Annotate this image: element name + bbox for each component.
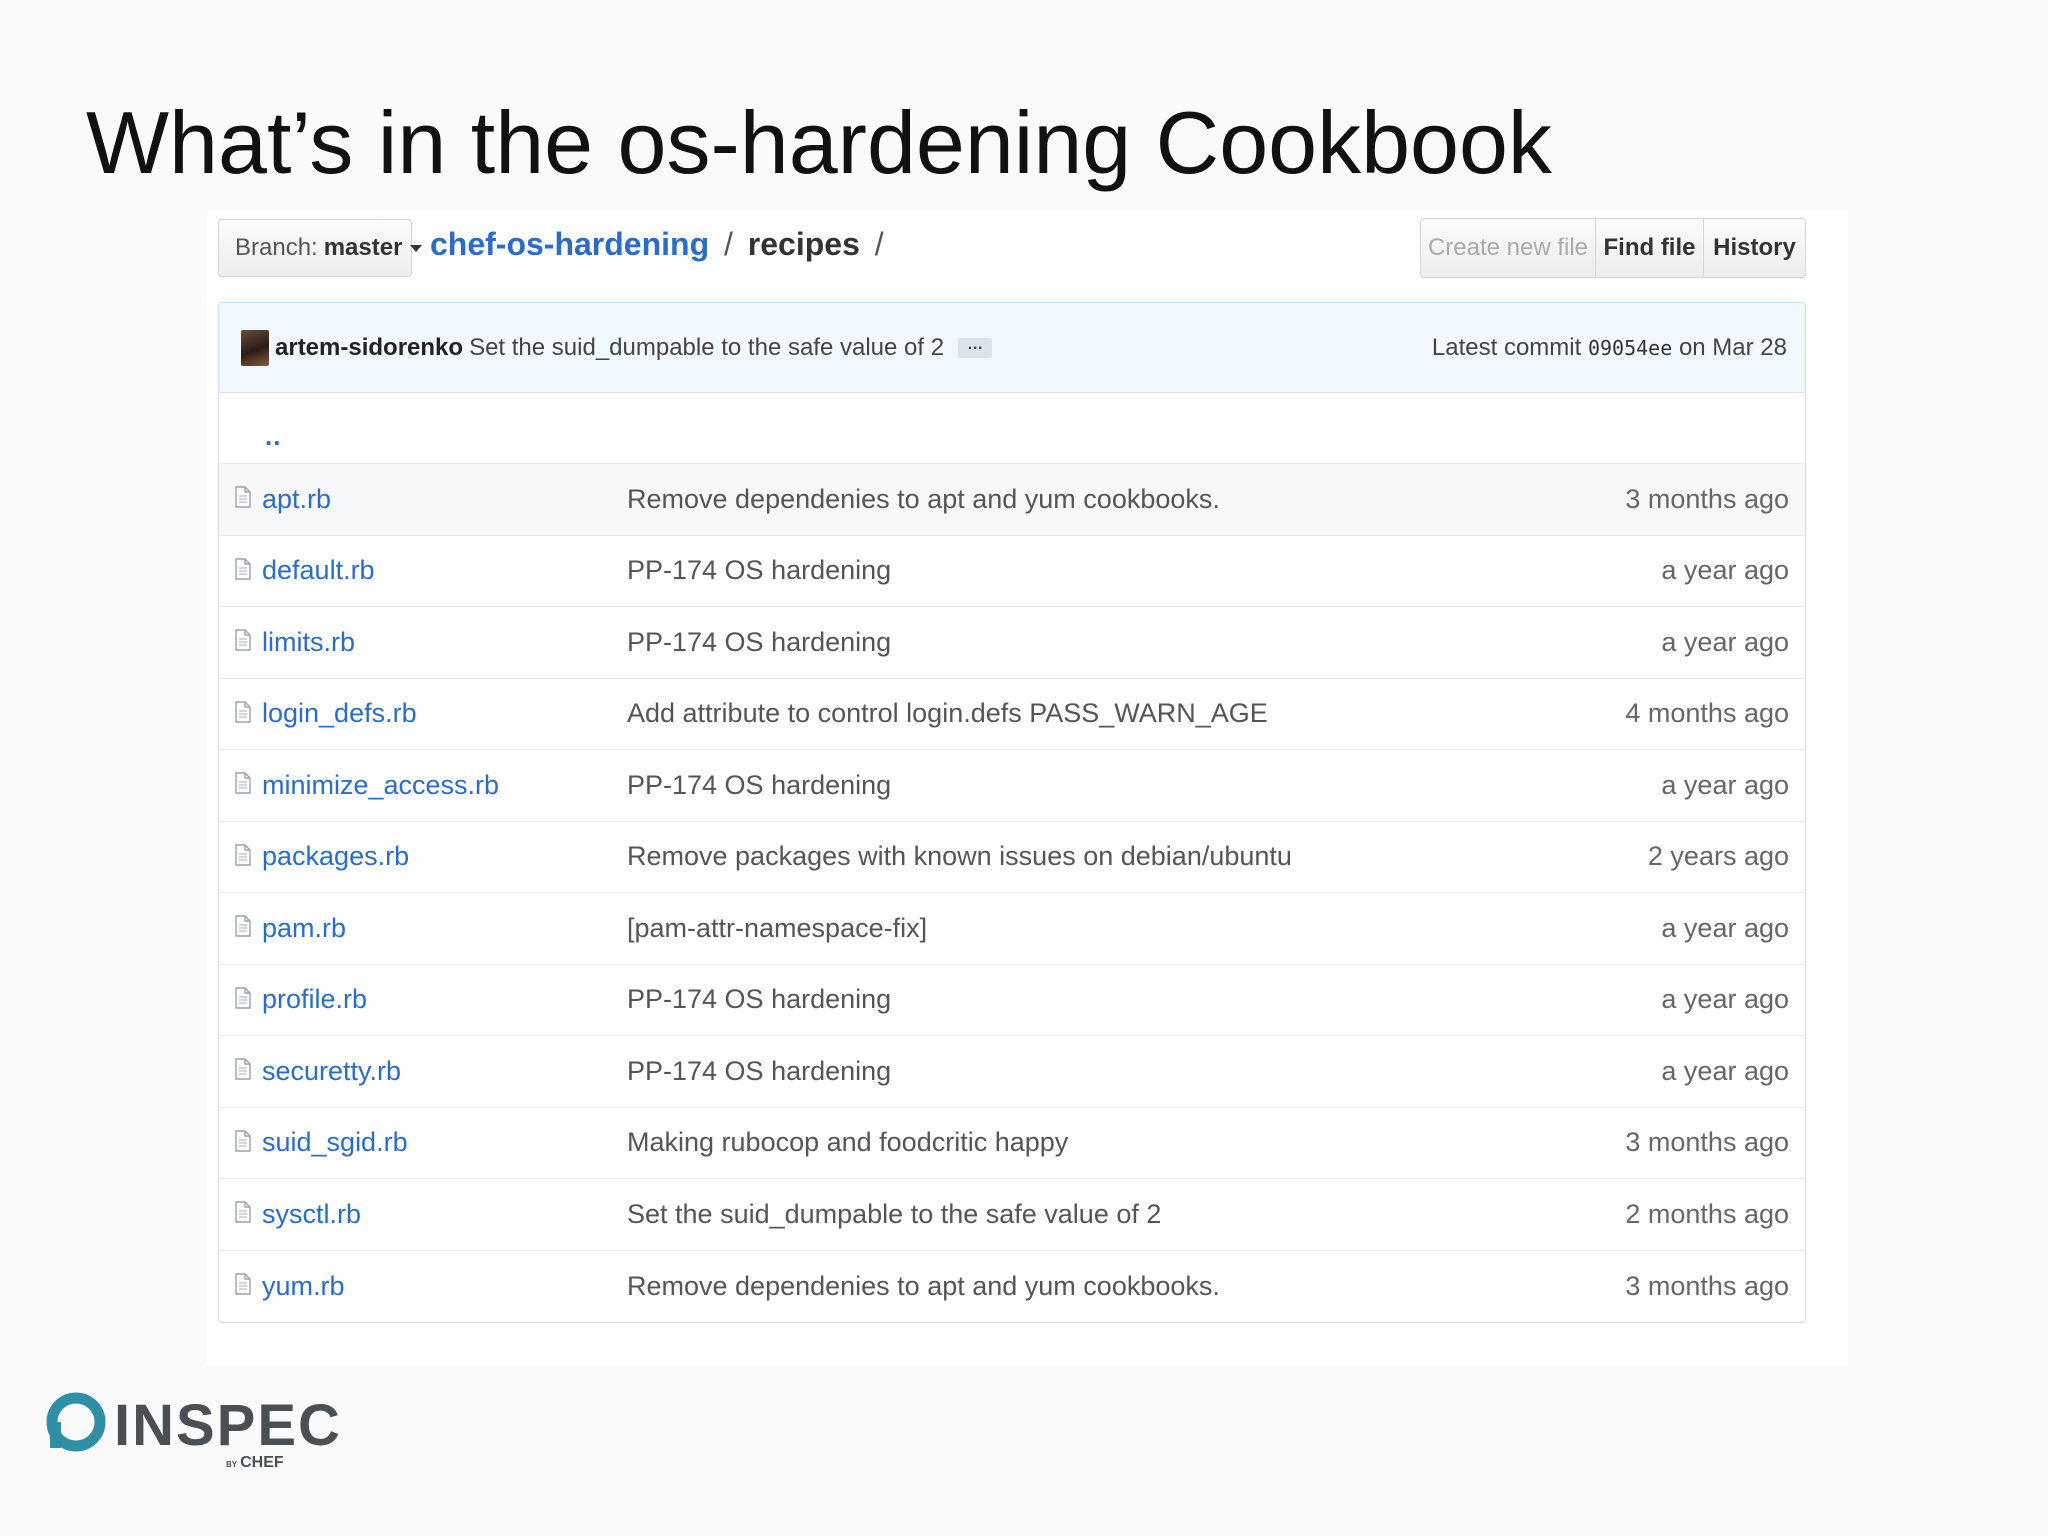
commit-author-link[interactable]: artem-sidorenko: [275, 334, 463, 362]
file-name-link[interactable]: profile.rb: [262, 984, 367, 1015]
file-commit-message-link[interactable]: Making rubocop and foodcritic happy: [627, 1127, 1068, 1158]
file-commit-message-link[interactable]: PP-174 OS hardening: [627, 984, 891, 1015]
file-age: a year ago: [1661, 626, 1789, 657]
file-row[interactable]: suid_sgid.rb Making rubocop and foodcriti…: [219, 1108, 1805, 1179]
commit-message-link[interactable]: Set the suid_dumpable to the safe value …: [469, 334, 944, 362]
parent-directory-link[interactable]: ..: [265, 421, 281, 452]
file-age: a year ago: [1661, 984, 1789, 1015]
file-row[interactable]: minimize_access.rb PP-174 OS hardening a y…: [219, 750, 1805, 822]
file-icon: [235, 843, 251, 866]
file-icon: [235, 629, 251, 651]
inspec-logo: INSPEC BY CHEF: [46, 1384, 340, 1474]
logo-subtext: BY CHEF: [226, 1454, 284, 1472]
file-name-link[interactable]: minimize_access.rb: [262, 770, 499, 801]
file-commit-message-link[interactable]: PP-174 OS hardening: [627, 1056, 891, 1087]
history-button[interactable]: History: [1704, 218, 1806, 278]
file-row[interactable]: profile.rb PP-174 OS hardening a year ago: [219, 965, 1805, 1036]
breadcrumb: chef-os-hardening / recipes /: [430, 226, 890, 263]
latest-commit-label: Latest commit: [1431, 333, 1582, 361]
caret-down-icon: [410, 244, 423, 252]
file-icon: [235, 486, 251, 508]
file-commit-message-link[interactable]: [pam-attr-namespace-fix]: [627, 913, 927, 944]
file-list: .. apt.rb Remove dependenies to apt and y…: [218, 392, 1806, 1323]
file-name-link[interactable]: suid_sgid.rb: [262, 1127, 408, 1158]
avatar[interactable]: [241, 329, 269, 366]
file-commit-message-link[interactable]: Remove dependenies to apt and yum cookbo…: [627, 1271, 1220, 1302]
inspec-logo-mark-icon: [46, 1392, 106, 1452]
expand-commit-button[interactable]: …: [958, 336, 993, 358]
file-age: a year ago: [1661, 555, 1789, 586]
logo-chef: CHEF: [240, 1454, 284, 1471]
file-row[interactable]: limits.rb PP-174 OS hardening a year ago: [219, 607, 1805, 679]
file-icon: [235, 1129, 251, 1152]
breadcrumb-separator: /: [724, 226, 733, 262]
file-age: 4 months ago: [1625, 698, 1789, 729]
file-row[interactable]: pam.rb [pam-attr-namespace-fix] a year ago: [219, 893, 1805, 965]
file-name-link[interactable]: sysctl.rb: [262, 1199, 361, 1230]
file-age: a year ago: [1661, 769, 1789, 800]
file-icon: [235, 986, 251, 1009]
commit-sha-link[interactable]: 09054ee: [1588, 336, 1672, 360]
file-icon: [235, 915, 251, 937]
commit-date: on Mar 28: [1678, 333, 1787, 361]
create-new-file-button[interactable]: Create new file: [1420, 218, 1596, 278]
file-row[interactable]: apt.rb Remove dependenies to apt and yum …: [219, 464, 1805, 536]
slide-title: What’s in the os-hardening Cookbook: [86, 93, 1552, 192]
find-file-button[interactable]: Find file: [1596, 218, 1704, 278]
file-age: 3 months ago: [1625, 483, 1789, 514]
file-icon: [235, 700, 251, 723]
file-commit-message-link[interactable]: PP-174 OS hardening: [627, 770, 891, 801]
file-commit-message-link[interactable]: Remove dependenies to apt and yum cookbo…: [627, 484, 1220, 515]
file-name-link[interactable]: securetty.rb: [262, 1056, 401, 1087]
file-name-link[interactable]: yum.rb: [262, 1271, 345, 1302]
file-commit-message-link[interactable]: Remove packages with known issues on deb…: [627, 841, 1292, 872]
latest-commit-info: Latest commit 09054ee on Mar 28: [1432, 334, 1787, 362]
file-name-link[interactable]: packages.rb: [262, 841, 409, 872]
file-row[interactable]: packages.rb Remove packages with known is…: [219, 822, 1805, 893]
file-age: 3 months ago: [1625, 1127, 1789, 1158]
file-row[interactable]: sysctl.rb Set the suid_dumpable to the sa…: [219, 1179, 1805, 1251]
breadcrumb-repo-link[interactable]: chef-os-hardening: [430, 226, 709, 262]
file-row[interactable]: login_defs.rb Add attribute to control lo…: [219, 679, 1805, 750]
logo-wordmark: INSPEC: [114, 1393, 342, 1458]
file-row[interactable]: yum.rb Remove dependenies to apt and yum …: [219, 1251, 1805, 1323]
file-commit-message-link[interactable]: PP-174 OS hardening: [627, 627, 891, 658]
file-icon: [235, 772, 251, 794]
file-name-link[interactable]: apt.rb: [262, 484, 331, 515]
file-actions: Create new file Find file History: [1420, 218, 1806, 278]
logo-by: BY: [226, 1460, 238, 1469]
file-commit-message-link[interactable]: Set the suid_dumpable to the safe value …: [627, 1199, 1161, 1230]
branch-selector[interactable]: Branch: master: [218, 219, 423, 277]
file-icon: [235, 1201, 251, 1223]
breadcrumb-trailing-separator: /: [874, 226, 884, 262]
file-commit-message-link[interactable]: Add attribute to control login.defs PASS…: [627, 698, 1268, 729]
file-name-link[interactable]: login_defs.rb: [262, 698, 417, 729]
file-age: a year ago: [1661, 912, 1789, 943]
file-name-link[interactable]: pam.rb: [262, 913, 346, 944]
file-age: 2 years ago: [1647, 841, 1789, 872]
breadcrumb-current-dir: recipes: [747, 226, 860, 262]
file-commit-message-link[interactable]: PP-174 OS hardening: [627, 555, 891, 586]
latest-commit-bar: artem-sidorenko Set the suid_dumpable to…: [218, 302, 1806, 392]
file-icon: [235, 557, 251, 580]
file-name-link[interactable]: limits.rb: [262, 627, 355, 658]
file-name-link[interactable]: default.rb: [262, 555, 375, 586]
file-age: 3 months ago: [1625, 1270, 1789, 1301]
file-row[interactable]: securetty.rb PP-174 OS hardening a year ag…: [219, 1036, 1805, 1108]
file-icon: [235, 1272, 251, 1295]
parent-directory-row[interactable]: ..: [219, 393, 1805, 464]
file-row[interactable]: default.rb PP-174 OS hardening a year ago: [219, 536, 1805, 607]
file-age: 2 months ago: [1625, 1198, 1789, 1229]
branch-value: master: [323, 234, 403, 261]
file-icon: [235, 1058, 251, 1080]
branch-label: Branch:: [235, 234, 318, 261]
file-age: a year ago: [1661, 1055, 1789, 1086]
